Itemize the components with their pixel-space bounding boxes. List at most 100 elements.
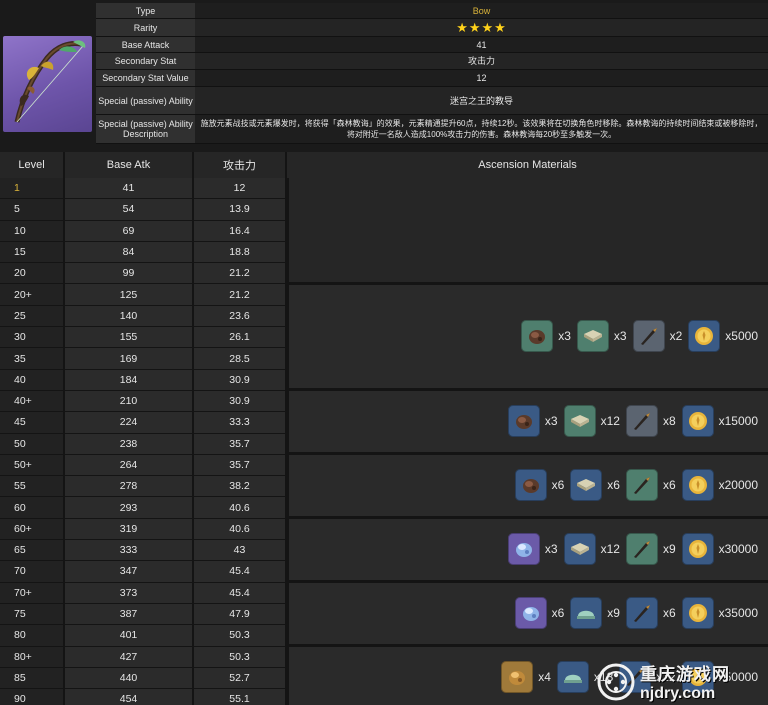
material-item: x8	[625, 405, 676, 438]
gamepad-logo-icon	[597, 663, 635, 700]
base-atk-cell: 440	[65, 667, 194, 690]
level-cell: 80+	[0, 646, 65, 668]
material-item: x6	[625, 597, 676, 630]
weapon-portrait	[3, 36, 92, 132]
crystal-ore-icon	[507, 533, 540, 566]
base-atk-cell: 264	[65, 454, 194, 477]
level-cell: 40+	[0, 390, 65, 413]
header-materials: Ascension Materials	[287, 152, 768, 178]
secondary-cell: 33.3	[194, 412, 287, 434]
secondary-stat-value-value: 12	[195, 70, 768, 86]
base-atk-cell: 54	[65, 199, 194, 221]
secondary-stat-label: Secondary Stat	[96, 53, 195, 69]
materials-block: x6 x9 x6 x35000	[289, 582, 768, 647]
mora-icon	[681, 533, 714, 566]
material-item: x15000	[681, 405, 758, 438]
base-atk-cell: 84	[65, 241, 194, 264]
material-item: x3	[521, 320, 571, 353]
material-item: x9	[570, 597, 620, 630]
base-atk-cell: 373	[65, 582, 194, 604]
material-quantity: x3	[613, 329, 627, 344]
passive-value: 迷宫之王的教导	[195, 87, 768, 114]
ascension-table: Level Base Atk 攻击力 Ascension Materials 1…	[0, 152, 768, 705]
base-attack-label: Base Attack	[96, 37, 195, 52]
watermark-en: njdry.com	[640, 685, 716, 702]
table-body: 1 41 12 5 54 13.9 10 69 16.4 15 84 18.8 20 99 21.2 20+ 1…	[0, 178, 768, 705]
material-item: x6	[514, 597, 564, 630]
info-row-rarity: Rarity ★★★★	[96, 19, 768, 37]
secondary-cell: 50.3	[194, 625, 287, 647]
level-cell: 70+	[0, 582, 65, 604]
base-atk-cell: 401	[65, 625, 194, 647]
base-atk-cell: 333	[65, 540, 194, 562]
secondary-cell: 28.5	[194, 348, 287, 370]
material-quantity: x20000	[718, 478, 758, 493]
material-quantity: x30000	[718, 542, 758, 557]
material-quantity: x9	[662, 542, 676, 557]
base-atk-cell: 454	[65, 689, 194, 705]
info-row-secondary-stat-value: Secondary Stat Value 12	[96, 70, 768, 87]
base-atk-cell: 347	[65, 561, 194, 583]
base-atk-cell: 184	[65, 369, 194, 391]
material-item: x6	[570, 469, 620, 502]
watermark: 重庆游戏网 njdry.com	[596, 658, 768, 705]
level-cell: 50+	[0, 454, 65, 477]
base-atk-cell: 238	[65, 433, 194, 455]
rarity-stars-icon: ★★★★	[456, 19, 507, 35]
table-header: Level Base Atk 攻击力 Ascension Materials	[0, 152, 768, 178]
weapon-ore-icon	[521, 320, 554, 353]
base-atk-cell: 427	[65, 646, 194, 668]
weapon-ore-icon	[514, 469, 547, 502]
secondary-cell: 26.1	[194, 327, 287, 349]
info-row-base-attack: Base Attack 41	[96, 37, 768, 53]
rarity-value: ★★★★	[195, 19, 768, 36]
materials-block: x3 x12 x8 x15000	[289, 391, 768, 455]
material-quantity: x8	[662, 414, 676, 429]
rarity-label: Rarity	[96, 19, 195, 36]
level-cell: 15	[0, 241, 65, 264]
level-cell: 40	[0, 369, 65, 391]
passive-label: Special (passive) Ability	[96, 87, 195, 114]
amber-ore-icon	[501, 661, 534, 694]
base-atk-cell: 125	[65, 284, 194, 306]
material-item: x6	[625, 469, 676, 502]
header-level: Level	[0, 152, 65, 178]
material-quantity: x3	[558, 329, 571, 344]
level-cell: 20	[0, 263, 65, 285]
secondary-cell: 47.9	[194, 603, 287, 626]
crystal-ore-icon	[514, 597, 547, 630]
level-cell: 45	[0, 412, 65, 434]
base-atk-cell: 99	[65, 263, 194, 285]
watermark-cn: 重庆游戏网	[640, 665, 730, 684]
material-quantity: x12	[600, 414, 620, 429]
info-row-type: Type Bow	[96, 3, 768, 19]
material-item: x12	[563, 405, 620, 438]
level-cell: 90	[0, 689, 65, 705]
scroll-icon	[563, 405, 596, 438]
level-cell: 30	[0, 327, 65, 349]
base-atk-cell: 210	[65, 390, 194, 413]
level-cell: 20+	[0, 284, 65, 306]
material-quantity: x9	[607, 606, 620, 621]
level-cell: 25	[0, 305, 65, 328]
secondary-cell: 45.4	[194, 582, 287, 604]
level-cell: 55	[0, 476, 65, 498]
secondary-cell: 45.4	[194, 561, 287, 583]
level-cell: 35	[0, 348, 65, 370]
material-quantity: x6	[551, 478, 565, 493]
header-base-atk: Base Atk	[65, 152, 194, 178]
helmet-icon	[556, 661, 589, 694]
level-cell: 1	[0, 178, 65, 200]
material-quantity: x6	[607, 478, 620, 493]
material-item: x9	[625, 533, 676, 566]
info-row-secondary-stat: Secondary Stat 攻击力	[96, 53, 768, 70]
secondary-cell: 38.2	[194, 476, 287, 498]
material-item: x12	[563, 533, 620, 566]
secondary-cell: 40.6	[194, 497, 287, 519]
material-quantity: x35000	[718, 606, 758, 621]
material-item: x4	[501, 661, 551, 694]
material-quantity: x5000	[725, 329, 758, 344]
arrowhead-icon	[625, 469, 658, 502]
base-atk-cell: 155	[65, 327, 194, 349]
secondary-cell: 52.7	[194, 667, 287, 690]
